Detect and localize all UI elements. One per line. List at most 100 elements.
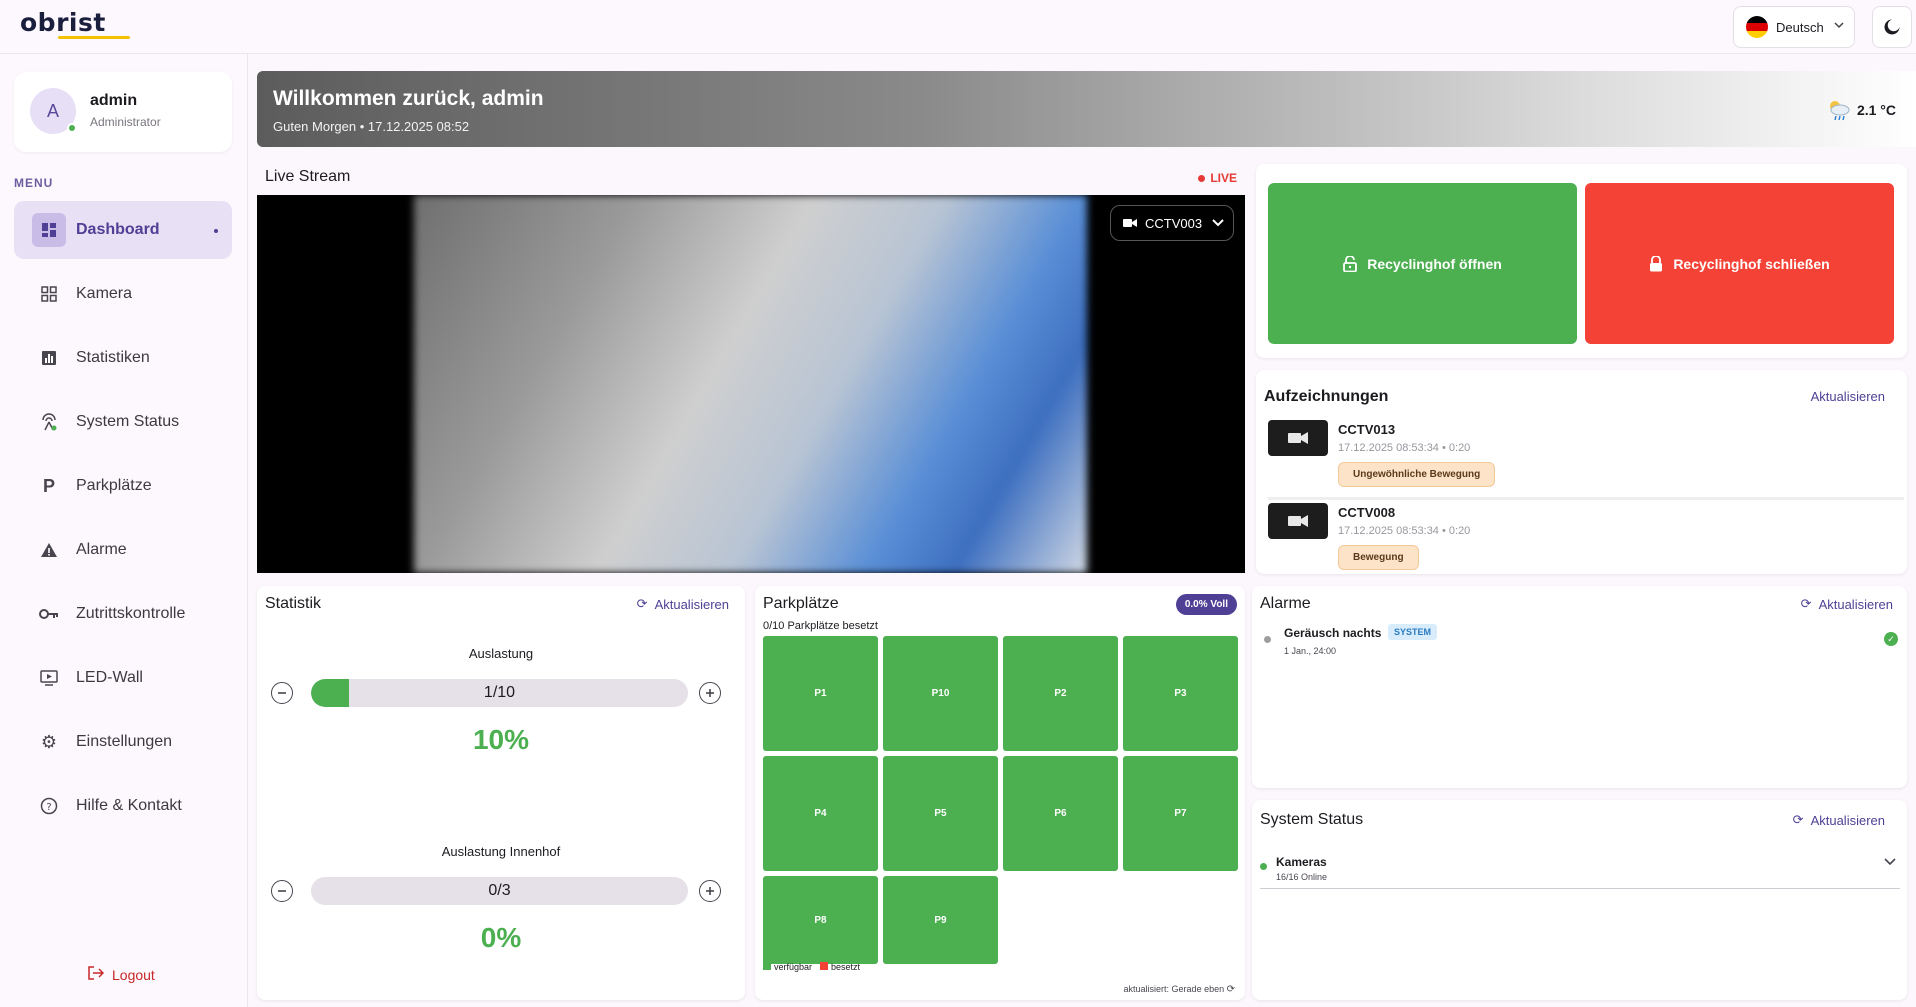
video-camera-icon: [1288, 432, 1308, 444]
logout-button[interactable]: Logout: [88, 966, 155, 984]
sidebar-item-parkplaetze[interactable]: P Parkplätze: [14, 457, 232, 515]
recordings-refresh-button[interactable]: Aktualisieren: [1811, 389, 1885, 404]
logo-underline: [58, 36, 130, 39]
key-icon: [38, 603, 60, 625]
user-name: admin: [90, 92, 138, 109]
sidebar-item-statistiken[interactable]: Statistiken: [14, 329, 232, 387]
check-circle-icon[interactable]: ✓: [1884, 632, 1898, 646]
sidebar-item-zutrittskontrolle[interactable]: Zutrittskontrolle: [14, 585, 232, 643]
sidebar-item-label: Dashboard: [76, 221, 160, 238]
moon-icon: [1884, 19, 1900, 35]
sidebar-item-dashboard[interactable]: Dashboard: [14, 201, 232, 259]
parking-updated: aktualisiert: Gerade eben ⟳: [1124, 984, 1235, 995]
refresh-icon[interactable]: ⟳: [1227, 984, 1235, 995]
innenhof-bar: 0/3: [311, 877, 688, 905]
parking-grid: P1 P10 P2 P3 P4 P5 P6 P7 P8 P9: [763, 636, 1238, 964]
sidebar: A admin Administrator MENU Dashboard Kam…: [0, 54, 248, 1007]
unlock-icon: [1343, 255, 1358, 272]
parking-spot-p4[interactable]: P4: [763, 756, 878, 871]
decrement-button[interactable]: [271, 682, 293, 704]
top-bar: obrist Deutsch: [0, 0, 1916, 54]
parking-spot-p2[interactable]: P2: [1003, 636, 1118, 751]
innenhof-percent: 0%: [480, 922, 522, 953]
display-icon: [38, 667, 60, 689]
legend-occupied: besetzt: [820, 962, 860, 972]
parking-spot-p10[interactable]: P10: [883, 636, 998, 751]
decrement-button[interactable]: [271, 880, 293, 902]
live-badge: LIVE: [1198, 171, 1237, 185]
innenhof-label: Auslastung Innenhof: [441, 844, 561, 859]
plus-icon: [706, 887, 714, 895]
user-card: A admin Administrator: [14, 72, 232, 152]
parking-spot-p7[interactable]: P7: [1123, 756, 1238, 871]
statistik-title: Statistik: [265, 595, 322, 612]
plus-icon: [706, 689, 714, 697]
logo[interactable]: obrist: [20, 8, 106, 37]
system-status-row[interactable]: Kameras 16/16 Online: [1260, 843, 1900, 889]
recordings-title: Aufzeichnungen: [1264, 388, 1389, 405]
weather-widget: 2.1 °C: [1827, 99, 1896, 121]
auslastung-value: 1/10: [483, 684, 516, 701]
theme-toggle-button[interactable]: [1872, 6, 1912, 48]
help-icon: ?: [38, 795, 60, 817]
parking-spot-p5[interactable]: P5: [883, 756, 998, 871]
parking-icon: P: [42, 475, 55, 496]
refresh-label: Aktualisieren: [1810, 389, 1885, 404]
open-recycling-button[interactable]: Recyclinghof öffnen: [1268, 183, 1577, 344]
refresh-label: Aktualisieren: [1810, 812, 1885, 828]
statistik-refresh-button[interactable]: ⟳ Aktualisieren: [637, 596, 729, 612]
live-stream-header: Live Stream LIVE: [257, 160, 1245, 196]
parking-subtitle: 0/10 Parkplätze besetzt: [763, 620, 878, 632]
chevron-down-icon: [1834, 19, 1844, 33]
logout-icon: [88, 966, 105, 984]
recording-camera: CCTV013: [1338, 422, 1396, 437]
sidebar-item-hilfe[interactable]: ? Hilfe & Kontakt: [14, 777, 232, 835]
recording-item[interactable]: CCTV013 17.12.2025 08:53:34 • 0:20 Ungew…: [1268, 420, 1904, 500]
increment-button[interactable]: [699, 880, 721, 902]
auslastung-label: Auslastung: [468, 646, 534, 661]
alarms-title: Alarme: [1260, 595, 1311, 612]
user-role: Administrator: [90, 115, 161, 129]
sidebar-item-system-status[interactable]: System Status: [14, 393, 232, 451]
refresh-label: Aktualisieren: [654, 596, 729, 612]
sidebar-item-kamera[interactable]: Kamera: [14, 265, 232, 323]
parking-spot-p9[interactable]: P9: [883, 876, 998, 964]
auslastung-bar: 1/10: [311, 679, 688, 707]
camera-select-value: CCTV003: [1145, 215, 1203, 231]
parking-spot-p6[interactable]: P6: [1003, 756, 1118, 871]
language-select[interactable]: Deutsch: [1733, 6, 1855, 48]
sidebar-item-einstellungen[interactable]: ⚙ Einstellungen: [14, 713, 232, 771]
parking-spot-p8[interactable]: P8: [763, 876, 878, 964]
legend-available: verfügbar: [763, 962, 812, 972]
parking-updated-label: aktualisiert: Gerade eben: [1123, 984, 1225, 994]
auslastung-control: 1/10: [271, 679, 731, 707]
refresh-label: Aktualisieren: [1818, 596, 1893, 612]
live-video[interactable]: CCTV003: [257, 195, 1245, 573]
system-status-refresh-button[interactable]: ⟳ Aktualisieren: [1793, 812, 1885, 828]
sidebar-item-label: Statistiken: [76, 349, 150, 366]
recording-item[interactable]: CCTV008 17.12.2025 08:53:34 • 0:20 Beweg…: [1268, 503, 1904, 574]
recording-thumbnail: [1268, 420, 1328, 456]
camera-select[interactable]: CCTV003: [1110, 205, 1234, 241]
gear-icon: ⚙: [40, 731, 58, 752]
parking-spot-p3[interactable]: P3: [1123, 636, 1238, 751]
alarms-card: Alarme ⟳ Aktualisieren Geräusch nachts S…: [1252, 586, 1907, 788]
temperature: 2.1 °C: [1856, 102, 1896, 118]
sidebar-item-label: LED-Wall: [76, 669, 143, 686]
close-recycling-button[interactable]: Recyclinghof schließen: [1585, 183, 1894, 344]
live-stream-title: Live Stream: [265, 168, 351, 185]
recording-meta: 17.12.2025 08:53:34 • 0:20: [1338, 442, 1471, 454]
parking-spot-p1[interactable]: P1: [763, 636, 878, 751]
increment-button[interactable]: [699, 682, 721, 704]
sidebar-item-alarme[interactable]: Alarme: [14, 521, 232, 579]
alarms-refresh-button[interactable]: ⟳ Aktualisieren: [1801, 596, 1893, 612]
recording-camera: CCTV008: [1338, 505, 1396, 520]
sidebar-item-label: Zutrittskontrolle: [76, 605, 186, 622]
sidebar-item-led-wall[interactable]: LED-Wall: [14, 649, 232, 707]
sidebar-item-label: Einstellungen: [76, 733, 173, 750]
sidebar-item-label: Parkplätze: [76, 477, 152, 494]
welcome-subtitle: Guten Morgen • 17.12.2025 08:52: [273, 119, 470, 134]
recording-meta: 17.12.2025 08:53:34 • 0:20: [1338, 525, 1471, 537]
parking-card: Parkplätze 0.0% Voll 0/10 Parkplätze bes…: [755, 586, 1245, 1000]
recordings-card: Aufzeichnungen Aktualisieren CCTV013 17.…: [1256, 370, 1907, 574]
